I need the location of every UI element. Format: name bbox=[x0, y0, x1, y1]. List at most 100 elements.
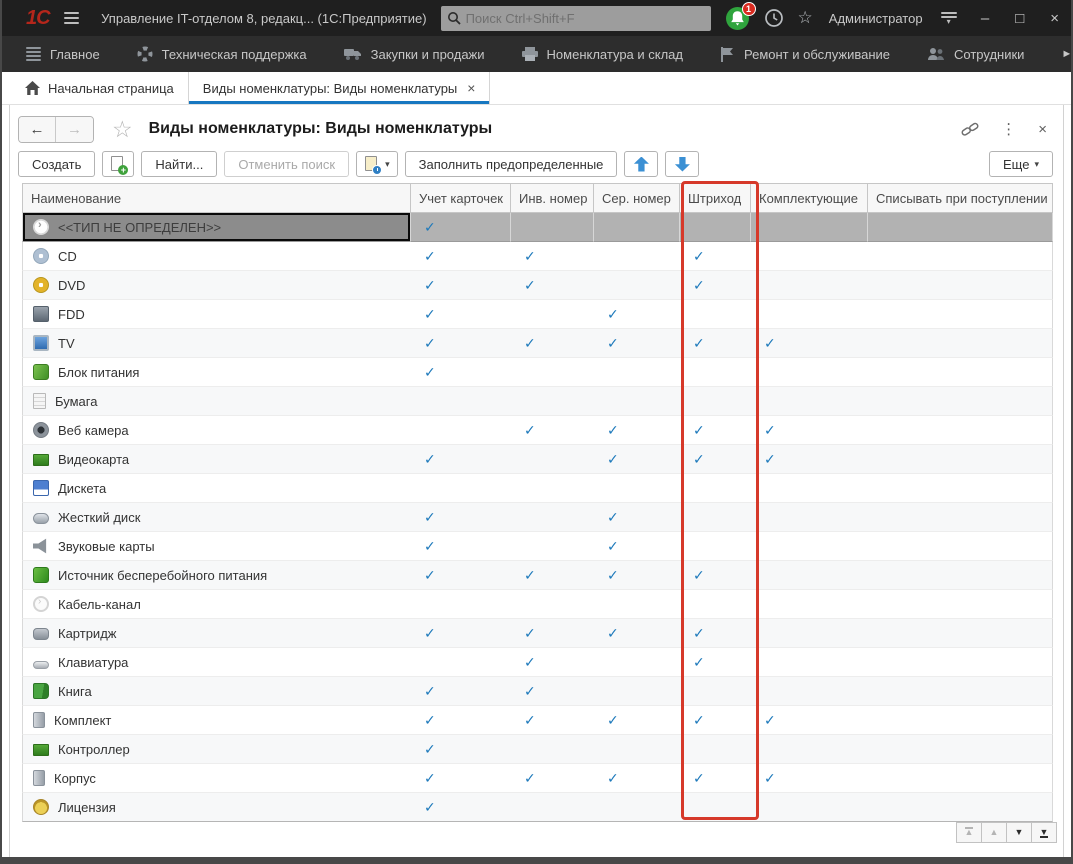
cell-inventory-number[interactable] bbox=[511, 735, 594, 764]
cell-card-accounting[interactable]: ✓ bbox=[411, 329, 511, 358]
scroll-down-button[interactable]: ▼ bbox=[1006, 822, 1032, 843]
col-card-accounting[interactable]: Учет карточек bbox=[411, 183, 511, 213]
cell-writeoff-on-receipt[interactable] bbox=[868, 387, 1053, 416]
cell-barcode[interactable] bbox=[680, 358, 751, 387]
cell-name[interactable]: Веб камера bbox=[22, 416, 411, 445]
cell-name[interactable]: <<ТИП НЕ ОПРЕДЕЛЕН>> bbox=[22, 213, 411, 242]
cell-inventory-number[interactable] bbox=[511, 213, 594, 242]
cell-writeoff-on-receipt[interactable] bbox=[868, 532, 1053, 561]
table-row[interactable]: Лицензия ✓ bbox=[22, 793, 1053, 822]
cell-writeoff-on-receipt[interactable] bbox=[868, 706, 1053, 735]
forward-button[interactable]: → bbox=[56, 117, 93, 142]
cell-name[interactable]: Блок питания bbox=[22, 358, 411, 387]
section-tech-support[interactable]: Техническая поддержка bbox=[137, 46, 307, 62]
cell-inventory-number[interactable] bbox=[511, 590, 594, 619]
cell-writeoff-on-receipt[interactable] bbox=[868, 242, 1053, 271]
set-period-dropdown[interactable]: ▾ bbox=[356, 151, 398, 177]
cell-serial-number[interactable]: ✓ bbox=[594, 300, 680, 329]
cell-serial-number[interactable] bbox=[594, 387, 680, 416]
table-row[interactable]: CD ✓ ✓ ✓ bbox=[22, 242, 1053, 271]
cell-writeoff-on-receipt[interactable] bbox=[868, 474, 1053, 503]
table-row[interactable]: Корпус ✓ ✓ ✓ ✓ ✓ bbox=[22, 764, 1053, 793]
cell-barcode[interactable] bbox=[680, 532, 751, 561]
cell-writeoff-on-receipt[interactable] bbox=[868, 213, 1053, 242]
move-down-button[interactable] bbox=[665, 151, 699, 177]
find-button[interactable]: Найти... bbox=[141, 151, 217, 177]
cell-writeoff-on-receipt[interactable] bbox=[868, 300, 1053, 329]
cell-barcode[interactable] bbox=[680, 503, 751, 532]
cell-barcode[interactable]: ✓ bbox=[680, 416, 751, 445]
cell-barcode[interactable]: ✓ bbox=[680, 764, 751, 793]
history-icon[interactable] bbox=[764, 8, 784, 28]
cell-name[interactable]: Бумага bbox=[22, 387, 411, 416]
cell-barcode[interactable] bbox=[680, 474, 751, 503]
cell-inventory-number[interactable] bbox=[511, 474, 594, 503]
cell-card-accounting[interactable]: ✓ bbox=[411, 242, 511, 271]
cell-card-accounting[interactable]: ✓ bbox=[411, 619, 511, 648]
cell-card-accounting[interactable] bbox=[411, 590, 511, 619]
cell-card-accounting[interactable]: ✓ bbox=[411, 358, 511, 387]
table-row[interactable]: Контроллер ✓ bbox=[22, 735, 1053, 764]
menubar-overflow-arrow[interactable]: ► bbox=[1061, 48, 1072, 60]
cell-serial-number[interactable] bbox=[594, 474, 680, 503]
scroll-up-button[interactable]: ▲ bbox=[981, 822, 1007, 843]
table-row[interactable]: Картридж ✓ ✓ ✓ ✓ bbox=[22, 619, 1053, 648]
cell-serial-number[interactable] bbox=[594, 793, 680, 822]
cell-writeoff-on-receipt[interactable] bbox=[868, 590, 1053, 619]
col-serial-number[interactable]: Сер. номер bbox=[594, 183, 680, 213]
cell-name[interactable]: Клавиатура bbox=[22, 648, 411, 677]
cell-components[interactable] bbox=[751, 213, 868, 242]
cell-components[interactable] bbox=[751, 358, 868, 387]
cell-card-accounting[interactable]: ✓ bbox=[411, 561, 511, 590]
cell-serial-number[interactable]: ✓ bbox=[594, 445, 680, 474]
cell-card-accounting[interactable] bbox=[411, 474, 511, 503]
table-row[interactable]: <<ТИП НЕ ОПРЕДЕЛЕН>> ✓ bbox=[22, 213, 1053, 242]
col-writeoff-on-receipt[interactable]: Списывать при поступлении bbox=[868, 183, 1053, 213]
cell-serial-number[interactable] bbox=[594, 271, 680, 300]
cell-writeoff-on-receipt[interactable] bbox=[868, 271, 1053, 300]
cell-card-accounting[interactable]: ✓ bbox=[411, 445, 511, 474]
cell-barcode[interactable]: ✓ bbox=[680, 329, 751, 358]
cell-inventory-number[interactable]: ✓ bbox=[511, 619, 594, 648]
cell-barcode[interactable] bbox=[680, 590, 751, 619]
cell-card-accounting[interactable]: ✓ bbox=[411, 764, 511, 793]
tab-nomenclature-types[interactable]: Виды номенклатуры: Виды номенклатуры × bbox=[189, 72, 491, 104]
cell-serial-number[interactable]: ✓ bbox=[594, 619, 680, 648]
cell-components[interactable]: ✓ bbox=[751, 445, 868, 474]
table-row[interactable]: Видеокарта ✓ ✓ ✓ ✓ bbox=[22, 445, 1053, 474]
cell-name[interactable]: TV bbox=[22, 329, 411, 358]
table-row[interactable]: Кабель-канал bbox=[22, 590, 1053, 619]
cell-serial-number[interactable]: ✓ bbox=[594, 764, 680, 793]
cell-serial-number[interactable] bbox=[594, 358, 680, 387]
get-link-icon[interactable] bbox=[961, 120, 979, 138]
cell-name[interactable]: FDD bbox=[22, 300, 411, 329]
global-search-input[interactable]: Поиск Ctrl+Shift+F bbox=[441, 6, 711, 31]
cell-barcode[interactable]: ✓ bbox=[680, 445, 751, 474]
table-row[interactable]: FDD ✓ ✓ bbox=[22, 300, 1053, 329]
cell-barcode[interactable]: ✓ bbox=[680, 619, 751, 648]
cancel-search-button[interactable]: Отменить поиск bbox=[224, 151, 349, 177]
cell-name[interactable]: Картридж bbox=[22, 619, 411, 648]
move-up-button[interactable] bbox=[624, 151, 658, 177]
cell-barcode[interactable]: ✓ bbox=[680, 561, 751, 590]
cell-writeoff-on-receipt[interactable] bbox=[868, 503, 1053, 532]
cell-inventory-number[interactable]: ✓ bbox=[511, 416, 594, 445]
create-group-button[interactable]: + bbox=[102, 151, 134, 177]
cell-components[interactable] bbox=[751, 271, 868, 300]
cell-components[interactable] bbox=[751, 590, 868, 619]
section-purchases-sales[interactable]: Закупки и продажи bbox=[344, 47, 485, 62]
cell-components[interactable] bbox=[751, 387, 868, 416]
table-row[interactable]: Жесткий диск ✓ ✓ bbox=[22, 503, 1053, 532]
cell-serial-number[interactable] bbox=[594, 677, 680, 706]
cell-writeoff-on-receipt[interactable] bbox=[868, 561, 1053, 590]
cell-writeoff-on-receipt[interactable] bbox=[868, 619, 1053, 648]
cell-card-accounting[interactable]: ✓ bbox=[411, 503, 511, 532]
cell-card-accounting[interactable]: ✓ bbox=[411, 793, 511, 822]
cell-name[interactable]: Кабель-канал bbox=[22, 590, 411, 619]
cell-components[interactable] bbox=[751, 677, 868, 706]
add-favorite-star-icon[interactable]: ☆ bbox=[112, 116, 133, 143]
cell-inventory-number[interactable]: ✓ bbox=[511, 242, 594, 271]
cell-barcode[interactable]: ✓ bbox=[680, 271, 751, 300]
notifications-bell-icon[interactable]: 1 bbox=[725, 6, 750, 31]
cell-serial-number[interactable] bbox=[594, 648, 680, 677]
